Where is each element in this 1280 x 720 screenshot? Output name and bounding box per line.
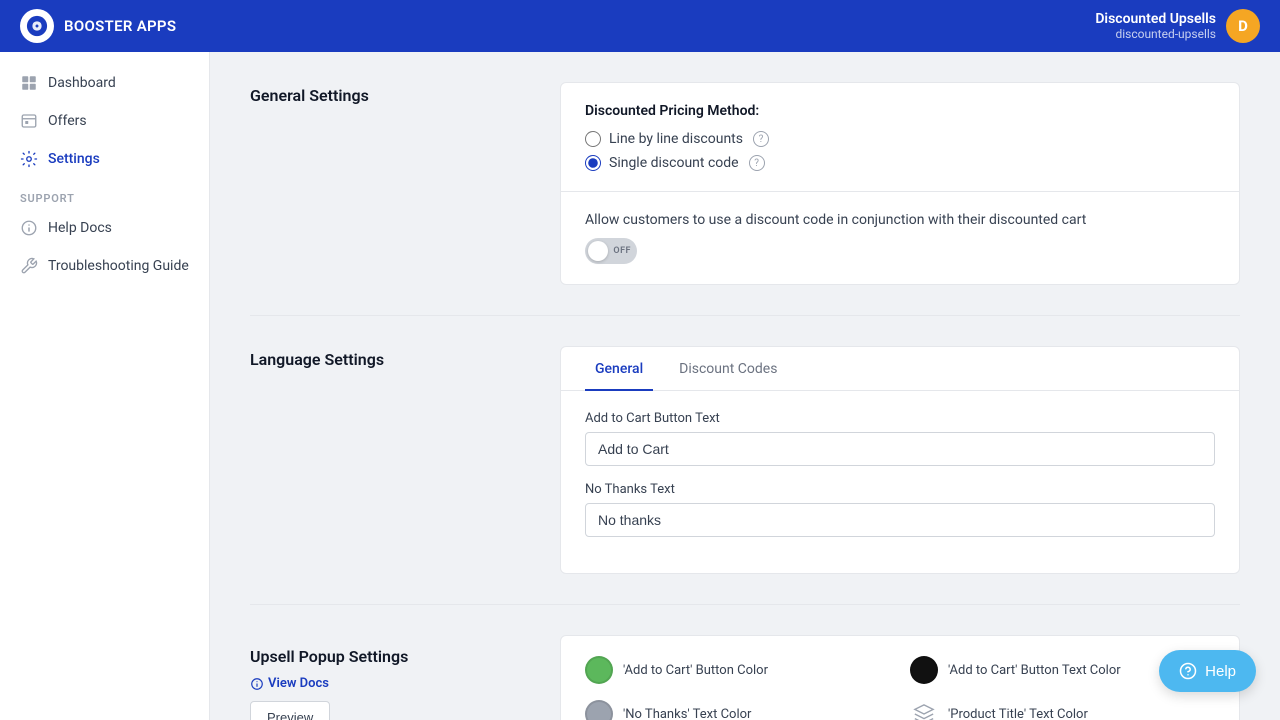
sidebar-item-dashboard[interactable]: Dashboard bbox=[0, 64, 209, 102]
user-info: Discounted Upsells discounted-upsells bbox=[1095, 11, 1216, 41]
no-thanks-label: No Thanks Text bbox=[585, 482, 1215, 497]
sidebar-item-settings[interactable]: Settings bbox=[0, 140, 209, 178]
nav-brand: BOOSTER APPS bbox=[20, 9, 176, 43]
avatar[interactable]: D bbox=[1226, 9, 1260, 43]
logo bbox=[20, 9, 54, 43]
upsell-left: Upsell Popup Settings View Docs Preview bbox=[250, 639, 530, 720]
product-title-label: 'Product Title' Text Color bbox=[948, 707, 1088, 720]
language-settings-section: Language Settings General Discount Codes… bbox=[250, 346, 1240, 605]
help-docs-icon bbox=[20, 219, 38, 237]
language-settings-label: Language Settings bbox=[250, 346, 530, 574]
radio-group: Line by line discounts ? Single discount… bbox=[585, 131, 1215, 171]
preview-button[interactable]: Preview bbox=[250, 701, 330, 720]
add-to-cart-label: Add to Cart Button Text bbox=[585, 411, 1215, 426]
add-to-cart-btn-swatch[interactable] bbox=[585, 656, 613, 684]
upsell-colors-card: 'Add to Cart' Button Color 'Add to Cart'… bbox=[560, 635, 1240, 720]
toggle-state: OFF bbox=[613, 246, 631, 256]
sidebar-item-settings-label: Settings bbox=[48, 151, 100, 167]
sidebar-item-offers-label: Offers bbox=[48, 113, 87, 129]
general-settings-section: General Settings Discounted Pricing Meth… bbox=[250, 82, 1240, 316]
upsell-section-label: Upsell Popup Settings bbox=[250, 643, 530, 666]
app-title: BOOSTER APPS bbox=[64, 17, 176, 35]
add-to-cart-input[interactable] bbox=[585, 432, 1215, 466]
general-settings-label: General Settings bbox=[250, 82, 530, 285]
sidebar-item-offers[interactable]: Offers bbox=[0, 102, 209, 140]
color-item-no-thanks-text: 'No Thanks' Text Color bbox=[585, 700, 890, 720]
radio-single-discount-label: Single discount code bbox=[609, 155, 739, 171]
no-thanks-text-swatch[interactable] bbox=[585, 700, 613, 720]
tab-discount-codes[interactable]: Discount Codes bbox=[669, 347, 787, 391]
tool-icon bbox=[20, 257, 38, 275]
help-button[interactable]: Help bbox=[1159, 650, 1256, 692]
color-item-product-title: 'Product Title' Text Color bbox=[910, 700, 1215, 720]
radio-line-by-line-label: Line by line discounts bbox=[609, 131, 743, 147]
sidebar-item-troubleshooting[interactable]: Troubleshooting Guide bbox=[0, 247, 209, 285]
language-tabs: General Discount Codes bbox=[561, 347, 1239, 391]
view-docs-link[interactable]: View Docs bbox=[250, 676, 530, 691]
toggle-wrap: OFF bbox=[585, 238, 1215, 264]
settings-icon bbox=[20, 150, 38, 168]
sidebar-item-dashboard-label: Dashboard bbox=[48, 75, 116, 91]
add-to-cart-btn-label: 'Add to Cart' Button Color bbox=[623, 663, 768, 678]
top-navigation: BOOSTER APPS Discounted Upsells discount… bbox=[0, 0, 1280, 52]
add-to-cart-text-label: 'Add to Cart' Button Text Color bbox=[948, 663, 1121, 678]
sidebar-item-troubleshooting-label: Troubleshooting Guide bbox=[48, 258, 189, 274]
add-to-cart-text-swatch[interactable] bbox=[910, 656, 938, 684]
dashboard-icon bbox=[20, 74, 38, 92]
radio-line-by-line-input[interactable] bbox=[585, 131, 601, 147]
product-title-icon bbox=[910, 700, 938, 720]
language-form: Add to Cart Button Text No Thanks Text bbox=[561, 391, 1239, 573]
support-section-label: SUPPORT bbox=[0, 178, 209, 209]
discount-code-toggle[interactable]: OFF bbox=[585, 238, 637, 264]
pricing-method-block: Discounted Pricing Method: Line by line … bbox=[561, 83, 1239, 192]
no-thanks-text-label: 'No Thanks' Text Color bbox=[623, 707, 751, 720]
toggle-knob bbox=[588, 241, 608, 261]
radio-line-by-line[interactable]: Line by line discounts ? bbox=[585, 131, 1215, 147]
user-subdomain: discounted-upsells bbox=[1095, 27, 1216, 41]
view-docs-icon bbox=[250, 677, 264, 691]
sidebar: Dashboard Offers Settings SUPPORT Help D… bbox=[0, 52, 210, 720]
radio-single-discount[interactable]: Single discount code ? bbox=[585, 155, 1215, 171]
toggle-description: Allow customers to use a discount code i… bbox=[585, 212, 1215, 228]
upsell-popup-label-col: Upsell Popup Settings View Docs Preview bbox=[250, 635, 530, 720]
language-settings-card: General Discount Codes Add to Cart Butto… bbox=[560, 346, 1240, 574]
sidebar-item-help-label: Help Docs bbox=[48, 220, 112, 236]
no-thanks-group: No Thanks Text bbox=[585, 482, 1215, 537]
sidebar-item-help-docs[interactable]: Help Docs bbox=[0, 209, 209, 247]
color-grid: 'Add to Cart' Button Color 'Add to Cart'… bbox=[561, 636, 1239, 720]
color-item-add-to-cart-btn: 'Add to Cart' Button Color bbox=[585, 656, 890, 684]
user-name: Discounted Upsells bbox=[1095, 11, 1216, 27]
help-icon-line[interactable]: ? bbox=[753, 131, 769, 147]
general-settings-card: Discounted Pricing Method: Line by line … bbox=[560, 82, 1240, 285]
discounted-pricing-title: Discounted Pricing Method: bbox=[585, 103, 1215, 119]
offers-icon bbox=[20, 112, 38, 130]
main-content: General Settings Discounted Pricing Meth… bbox=[210, 52, 1280, 720]
help-button-icon bbox=[1179, 662, 1197, 680]
view-docs-label: View Docs bbox=[268, 676, 329, 691]
upsell-popup-section: Upsell Popup Settings View Docs Preview bbox=[250, 635, 1240, 720]
toggle-block: Allow customers to use a discount code i… bbox=[561, 192, 1239, 284]
tab-general[interactable]: General bbox=[585, 347, 653, 391]
no-thanks-input[interactable] bbox=[585, 503, 1215, 537]
user-section: Discounted Upsells discounted-upsells D bbox=[1095, 9, 1260, 43]
help-icon-single[interactable]: ? bbox=[749, 155, 765, 171]
add-to-cart-group: Add to Cart Button Text bbox=[585, 411, 1215, 466]
radio-single-discount-input[interactable] bbox=[585, 155, 601, 171]
help-button-label: Help bbox=[1205, 663, 1236, 680]
